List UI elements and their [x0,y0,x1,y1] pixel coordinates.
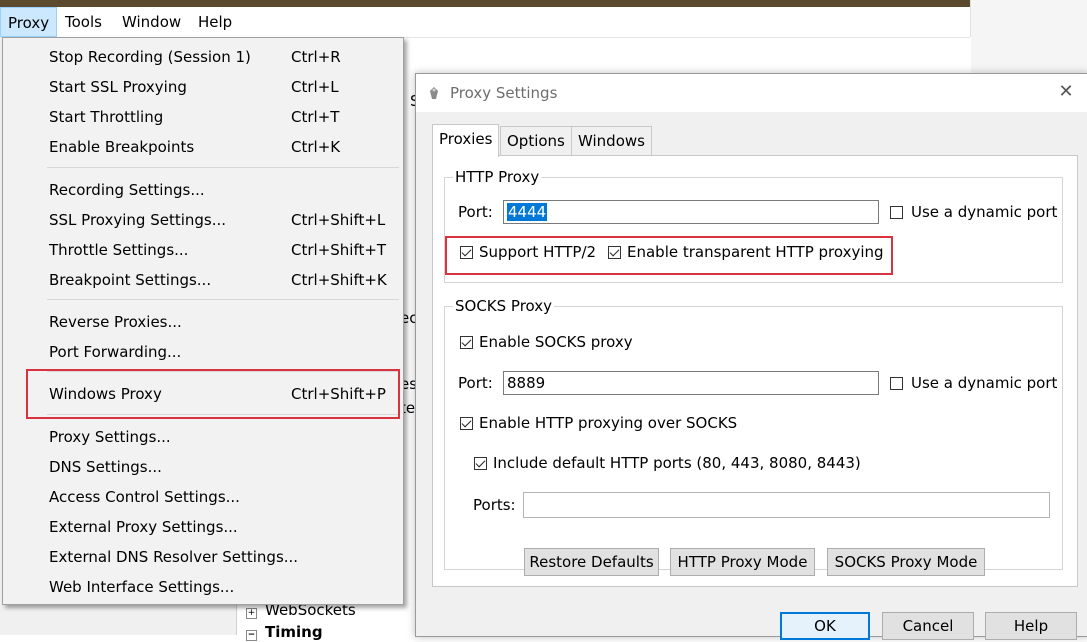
window-top-strip [0,0,970,7]
enable-socks-checkbox[interactable] [460,336,473,349]
menu-proxy[interactable]: Proxy [0,7,58,37]
menu-item-label: Reverse Proxies... [49,313,182,331]
socks-port-label: Port: [458,374,493,392]
menu-separator [47,299,399,300]
tab-content-proxies: HTTP Proxy Port: 4444 Use a dynamic port… [432,155,1078,587]
menu-item-breakpoint-settings[interactable]: Breakpoint Settings... Ctrl+Shift+K [3,265,403,295]
help-button[interactable]: Help [985,612,1077,640]
include-default-ports-label: Include default HTTP ports (80, 443, 808… [493,454,861,472]
menu-item-external-dns-resolver-settings[interactable]: External DNS Resolver Settings... [3,542,403,572]
close-icon[interactable]: ✕ [1056,82,1076,102]
include-default-ports-checkbox[interactable] [474,457,487,470]
menu-item-label: Access Control Settings... [49,488,240,506]
menubar: Proxy Tools Window Help [0,7,970,38]
menu-item-shortcut: Ctrl+Shift+L [291,211,386,229]
menu-item-shortcut: Ctrl+L [291,78,339,96]
menu-window[interactable]: Window [115,7,188,37]
menu-item-label: External Proxy Settings... [49,518,238,536]
collapse-icon[interactable]: − [246,630,257,641]
enable-socks-label: Enable SOCKS proxy [479,333,633,351]
http-dynamic-port-label: Use a dynamic port [911,203,1058,221]
menu-item-external-proxy-settings[interactable]: External Proxy Settings... [3,512,403,542]
socks-port-value: 8889 [507,374,546,392]
cancel-button[interactable]: Cancel [882,612,974,640]
menu-item-label: Enable Breakpoints [49,138,195,156]
menu-item-label: Start SSL Proxying [49,78,187,96]
menu-item-shortcut: Ctrl+Shift+K [291,271,387,289]
menu-item-start-throttling[interactable]: Start Throttling Ctrl+T [3,102,403,132]
menu-item-reverse-proxies[interactable]: Reverse Proxies... [3,307,403,337]
menu-item-enable-breakpoints[interactable]: Enable Breakpoints Ctrl+K [3,132,403,162]
menu-item-label: Stop Recording (Session 1) [49,48,251,66]
proxy-menu-dropdown: Stop Recording (Session 1) Ctrl+R Start … [2,37,404,605]
http-dynamic-port-checkbox[interactable] [890,206,903,219]
ok-button[interactable]: OK [780,612,870,640]
menu-tools[interactable]: Tools [58,7,109,37]
dialog-title: Proxy Settings [450,84,558,102]
http-port-value: 4444 [507,203,548,221]
proxy-settings-dialog: Proxy Settings ✕ Proxies Options Windows… [415,73,1087,640]
menu-item-label: Web Interface Settings... [49,578,235,596]
menu-item-label: Proxy Settings... [49,428,171,446]
group-title: HTTP Proxy [453,167,542,187]
menu-item-access-control-settings[interactable]: Access Control Settings... [3,482,403,512]
menu-item-label: SSL Proxying Settings... [49,211,227,229]
tab-options[interactable]: Options [500,126,572,155]
menu-item-ssl-proxying-settings[interactable]: SSL Proxying Settings... Ctrl+Shift+L [3,205,403,235]
menu-item-port-forwarding[interactable]: Port Forwarding... [3,337,403,367]
menu-item-dns-settings[interactable]: DNS Settings... [3,452,403,482]
socks-port-input[interactable]: 8889 [503,371,879,395]
menu-item-shortcut: Ctrl+T [291,108,340,126]
menu-item-label: External DNS Resolver Settings... [49,548,299,566]
http-port-input[interactable]: 4444 [503,200,879,224]
http-over-socks-label: Enable HTTP proxying over SOCKS [479,414,738,432]
tab-windows[interactable]: Windows [571,126,652,155]
socks-dynamic-port-checkbox[interactable] [890,377,903,390]
tab-proxies[interactable]: Proxies [432,124,500,157]
menu-help[interactable]: Help [191,7,239,37]
menu-item-label: Throttle Settings... [49,241,189,259]
http-proxy-mode-button[interactable]: HTTP Proxy Mode [670,548,815,576]
menu-item-shortcut: Ctrl+K [291,138,341,156]
dialog-titlebar[interactable]: Proxy Settings ✕ [416,74,1087,112]
menu-item-label: Start Throttling [49,108,164,126]
group-title: SOCKS Proxy [453,296,555,316]
menu-item-throttle-settings[interactable]: Throttle Settings... Ctrl+Shift+T [3,235,403,265]
menu-item-proxy-settings[interactable]: Proxy Settings... [3,422,403,452]
socks-ports-label: Ports: [473,496,516,514]
menu-item-label: Recording Settings... [49,181,205,199]
charles-app-icon [430,87,438,99]
menu-item-web-interface-settings[interactable]: Web Interface Settings... [3,572,403,602]
menu-item-recording-settings[interactable]: Recording Settings... [3,175,403,205]
restore-defaults-button[interactable]: Restore Defaults [524,548,659,576]
menu-item-label: DNS Settings... [49,458,162,476]
menu-item-label: Port Forwarding... [49,343,182,361]
highlight-box-windows-proxy [26,369,400,419]
menu-item-stop-recording[interactable]: Stop Recording (Session 1) Ctrl+R [3,42,403,72]
http-over-socks-checkbox[interactable] [460,417,473,430]
tree-item-timing[interactable]: − Timing [246,622,323,642]
menu-item-label: Breakpoint Settings... [49,271,212,289]
tree-item-label: Timing [265,623,323,641]
expand-icon[interactable]: + [246,608,257,619]
menu-separator [47,167,399,168]
menu-item-shortcut: Ctrl+R [291,48,341,66]
menu-item-start-ssl-proxying[interactable]: Start SSL Proxying Ctrl+L [3,72,403,102]
socks-proxy-mode-button[interactable]: SOCKS Proxy Mode [827,548,985,576]
menu-item-shortcut: Ctrl+Shift+T [291,241,387,259]
socks-ports-input[interactable] [523,492,1050,518]
group-socks-proxy: SOCKS Proxy Enable SOCKS proxy Port: 888… [444,296,1063,570]
http-port-label: Port: [458,203,493,221]
socks-dynamic-port-label: Use a dynamic port [911,374,1058,392]
highlight-box-http2-options [445,236,893,275]
